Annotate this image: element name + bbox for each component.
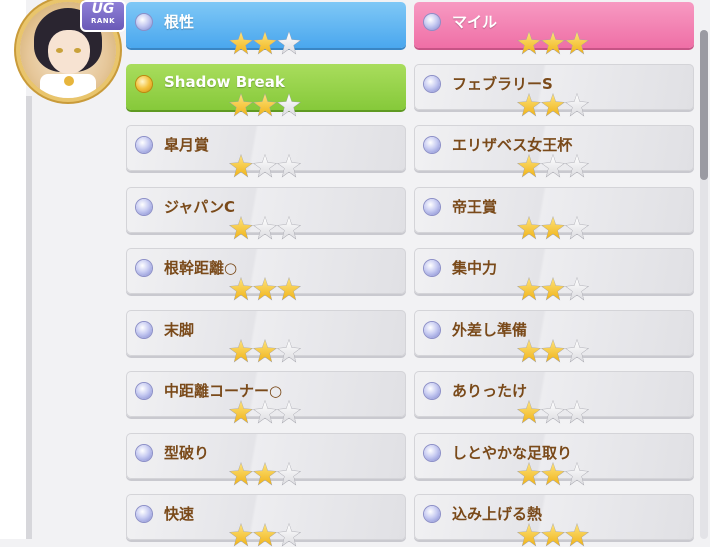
star-rating [229, 93, 302, 117]
star-rating [229, 462, 302, 486]
blue-orb-icon [424, 199, 440, 215]
star-rating [229, 400, 302, 424]
skill-name: 型破り [164, 444, 210, 462]
skill-list: 根性 マイル Shadow Break フェブラリーS 皐月賞 エリザベス女王杯ジャパンC… [0, 0, 710, 547]
skill-card[interactable]: ジャパンC [126, 187, 406, 240]
blue-orb-icon [136, 137, 152, 153]
skill-name: 外差し準備 [452, 321, 528, 339]
skill-name: フェブラリーS [452, 75, 553, 93]
blue-orb-icon [136, 199, 152, 215]
skill-name: エリザベス女王杯 [452, 136, 573, 154]
skill-card[interactable]: 帝王賞 [414, 187, 694, 240]
scrollbar[interactable] [700, 30, 708, 539]
blue-orb-icon [136, 14, 152, 30]
star-rating [517, 31, 590, 55]
skill-card[interactable]: 根性 [126, 2, 406, 55]
star-rating [517, 523, 590, 547]
blue-orb-icon [424, 445, 440, 461]
blue-orb-icon [424, 506, 440, 522]
star-rating [229, 339, 302, 363]
skill-card[interactable]: 中距離コーナー○ [126, 371, 406, 424]
blue-orb-icon [136, 445, 152, 461]
blue-orb-icon [424, 14, 440, 30]
skill-name: マイル [452, 13, 498, 31]
skill-card[interactable]: しとやかな足取り [414, 433, 694, 486]
star-rating [229, 277, 302, 301]
skill-card[interactable]: フェブラリーS [414, 64, 694, 117]
blue-orb-icon [136, 322, 152, 338]
blue-orb-icon [424, 76, 440, 92]
blue-orb-icon [136, 383, 152, 399]
star-rating [229, 216, 302, 240]
skill-card[interactable]: エリザベス女王杯 [414, 125, 694, 178]
skill-card[interactable]: 根幹距離○ [126, 248, 406, 301]
star-rating [517, 277, 590, 301]
star-rating [517, 400, 590, 424]
skill-name: ありったけ [452, 382, 528, 400]
skill-card[interactable]: 集中力 [414, 248, 694, 301]
skill-card[interactable]: 外差し準備 [414, 310, 694, 363]
blue-orb-icon [424, 137, 440, 153]
skill-card[interactable]: マイル [414, 2, 694, 55]
blue-orb-icon [424, 260, 440, 276]
star-rating [229, 31, 302, 55]
skill-card[interactable]: ありったけ [414, 371, 694, 424]
skill-card[interactable]: 型破り [126, 433, 406, 486]
star-rating [517, 93, 590, 117]
skill-name: しとやかな足取り [452, 444, 573, 462]
skill-card[interactable]: 末脚 [126, 310, 406, 363]
skill-name: 快速 [164, 505, 195, 523]
skill-name: 集中力 [452, 259, 498, 277]
blue-orb-icon [136, 506, 152, 522]
star-rating [517, 154, 590, 178]
blue-orb-icon [424, 322, 440, 338]
star-rating [517, 462, 590, 486]
star-rating [229, 154, 302, 178]
scrollbar-thumb[interactable] [700, 30, 708, 180]
skill-name: 帝王賞 [452, 198, 498, 216]
skill-name: Shadow Break [164, 73, 285, 91]
skill-card[interactable]: 快速 [126, 494, 406, 547]
skill-name: 中距離コーナー○ [164, 382, 283, 400]
blue-orb-icon [424, 383, 440, 399]
star-rating [229, 523, 302, 547]
skill-name: 根性 [164, 13, 195, 31]
gold-orb-icon [136, 76, 152, 92]
skill-name: 根幹距離○ [164, 259, 238, 277]
skill-card[interactable]: 込み上げる熱 [414, 494, 694, 547]
star-rating [517, 339, 590, 363]
skill-name: ジャパンC [164, 198, 236, 216]
skill-name: 末脚 [164, 321, 195, 339]
blue-orb-icon [136, 260, 152, 276]
skill-name: 皐月賞 [164, 136, 210, 154]
skill-card[interactable]: 皐月賞 [126, 125, 406, 178]
skill-card[interactable]: Shadow Break [126, 64, 406, 117]
skill-name: 込み上げる熱 [452, 505, 543, 523]
star-rating [517, 216, 590, 240]
